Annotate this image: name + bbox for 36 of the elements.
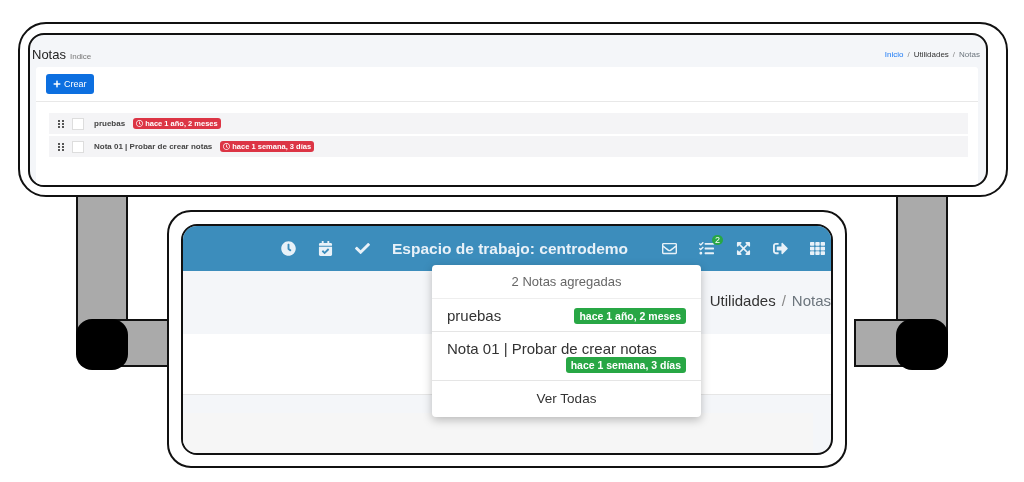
breadcrumb-item: Utilidades — [913, 49, 949, 59]
plus-icon — [53, 80, 61, 88]
workspace-title: Espacio de trabajo: centrodemo — [392, 239, 628, 258]
note-title: Nota 01 | Probar de crear notas — [447, 340, 658, 357]
envelope-icon[interactable] — [662, 241, 677, 256]
drag-handle-icon[interactable] — [58, 119, 64, 128]
note-title: pruebas — [94, 119, 126, 128]
note-title: Nota 01 | Probar de crear notas — [94, 142, 213, 151]
note-checkbox[interactable] — [72, 140, 84, 153]
sign-out-icon[interactable] — [773, 241, 788, 256]
age-badge: hace 1 año, 2 meses — [574, 307, 686, 324]
notes-count-badge: 2 — [712, 235, 723, 245]
dropdown-item[interactable]: pruebas hace 1 año, 2 meses — [432, 299, 701, 332]
age-badge: hace 1 semana, 3 días — [565, 357, 686, 373]
page-title: Notas — [32, 47, 66, 62]
expand-icon[interactable] — [736, 241, 751, 256]
breadcrumb-item: Notas — [959, 49, 980, 59]
breadcrumb-separator: / — [907, 49, 910, 59]
create-button[interactable]: Crear — [46, 74, 94, 94]
task-list-icon[interactable] — [699, 241, 714, 256]
page-subtitle: Indice — [69, 52, 92, 61]
dropdown-header: 2 Notas agregadas — [432, 265, 701, 299]
calendar-check-icon[interactable] — [318, 241, 333, 256]
check-icon[interactable] — [355, 241, 370, 256]
clock-icon[interactable] — [281, 241, 296, 256]
view-all-button[interactable]: Ver Todas — [432, 381, 701, 417]
drag-handle-icon[interactable] — [58, 142, 64, 151]
note-checkbox[interactable] — [72, 117, 84, 130]
breadcrumb-item: Notas — [791, 291, 831, 309]
dropdown-item[interactable]: Nota 01 | Probar de crear notas hace 1 semana, 3 días — [432, 332, 701, 381]
grid-icon[interactable] — [810, 241, 825, 256]
breadcrumb-separator: / — [952, 49, 956, 59]
breadcrumb-separator: / — [781, 291, 786, 309]
note-title: pruebas — [447, 307, 502, 324]
breadcrumb-item: Utilidades — [709, 291, 776, 309]
breadcrumb-link[interactable]: Inicio — [884, 49, 904, 59]
